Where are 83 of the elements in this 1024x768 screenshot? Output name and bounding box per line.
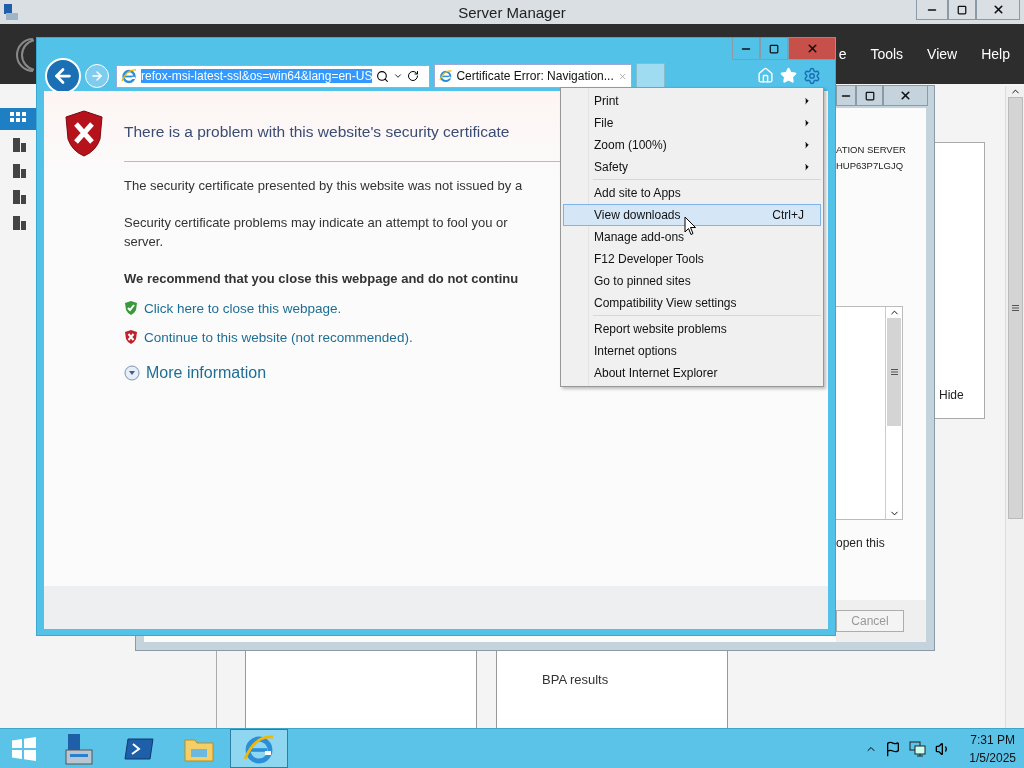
dialog-text: open this xyxy=(836,536,885,550)
scroll-thumb[interactable] xyxy=(1007,97,1023,519)
network-icon[interactable] xyxy=(909,740,928,757)
submenu-arrow-icon xyxy=(802,118,812,128)
clock-time[interactable]: 7:31 PM xyxy=(970,730,1015,749)
mouse-cursor xyxy=(684,216,697,236)
star-icon[interactable] xyxy=(780,67,797,84)
arrow-right-icon xyxy=(90,69,104,83)
maximize-icon xyxy=(864,90,875,101)
tile-text: BPA results xyxy=(542,672,609,687)
browser-logo-icon xyxy=(121,68,137,84)
menu-item[interactable]: Help xyxy=(981,46,1010,62)
submenu-arrow-icon xyxy=(802,162,812,172)
settings-icon[interactable] xyxy=(803,67,821,85)
link[interactable]: Continue to this website (not recommended). xyxy=(144,329,413,345)
menu-item[interactable]: Add site to Apps xyxy=(563,182,821,204)
menu-item[interactable]: Internet options xyxy=(563,340,821,362)
menu-item[interactable]: View downloads Ctrl+J xyxy=(563,204,821,226)
clock-date[interactable]: 1/5/2025 xyxy=(969,748,1016,767)
shield-check-icon xyxy=(124,300,138,316)
restore-button[interactable] xyxy=(948,0,976,20)
browser-logo-icon xyxy=(243,732,275,765)
minimize-button[interactable] xyxy=(916,0,948,20)
menu-item[interactable]: About Internet Explorer xyxy=(563,362,821,384)
expand-icon[interactable] xyxy=(124,365,140,381)
menu-item[interactable]: Compatibility View settings xyxy=(563,292,821,314)
browser-tab[interactable]: Certificate Error: Navigation... xyxy=(434,64,632,88)
close-button[interactable] xyxy=(883,86,928,106)
grip-icon xyxy=(1011,305,1019,311)
dialog-text: HUP63P7LGJQ xyxy=(836,159,904,173)
page-heading: There is a problem with this website's security certificate xyxy=(124,123,510,141)
minimize-button[interactable] xyxy=(836,86,856,106)
maximize-icon xyxy=(769,43,779,54)
back-button[interactable] xyxy=(45,58,81,94)
server-manager-icon xyxy=(62,731,96,766)
dialog-text: ATION SERVER xyxy=(836,143,906,157)
close-button[interactable] xyxy=(788,38,836,60)
close-button[interactable] xyxy=(976,0,1020,20)
close-icon xyxy=(899,89,912,102)
paragraph-line: The security certificate presented by this website was not issued by a xyxy=(124,177,523,195)
flag-icon[interactable] xyxy=(885,740,902,757)
shield-error-icon xyxy=(124,329,138,345)
maximize-button[interactable] xyxy=(760,38,788,60)
hide-link[interactable]: Hide xyxy=(939,388,964,402)
close-icon xyxy=(991,3,1005,16)
menu-item[interactable]: Go to pinned sites xyxy=(563,270,821,292)
close-icon xyxy=(805,42,819,55)
menu-item[interactable]: Tools xyxy=(870,46,904,62)
maximize-button[interactable] xyxy=(856,86,883,106)
submenu-arrow-icon xyxy=(802,96,812,106)
powershell-icon xyxy=(124,736,154,761)
menu-item[interactable]: Print xyxy=(563,90,821,112)
menu-item[interactable]: Manage add-ons xyxy=(563,226,821,248)
maximize-icon xyxy=(957,4,967,15)
window-title: Server Manager xyxy=(458,3,566,21)
new-tab-button[interactable] xyxy=(636,63,665,89)
paragraph-line: Security certificate problems may indicate an attempt to fool you or xyxy=(124,214,508,232)
scrollbar[interactable] xyxy=(1005,86,1024,728)
browser-logo-icon xyxy=(439,68,453,84)
sidebar-item[interactable] xyxy=(0,108,36,130)
address-text: refox-msi-latest-ssl&os=win64&lang=en-US xyxy=(141,69,373,83)
search-icon[interactable] xyxy=(376,69,390,83)
more-information-link[interactable]: More information xyxy=(146,364,267,382)
minimize-button[interactable] xyxy=(732,38,760,60)
submenu-arrow-icon xyxy=(802,140,812,150)
paragraph-line: server. xyxy=(124,233,163,251)
menu-item[interactable]: File xyxy=(563,112,821,134)
scroll-thumb[interactable] xyxy=(887,318,901,426)
refresh-icon[interactable] xyxy=(407,70,420,82)
menu-item[interactable]: F12 Developer Tools xyxy=(563,248,821,270)
taskbar-app[interactable] xyxy=(230,729,288,768)
shield-error-icon xyxy=(64,109,104,157)
server-manager-icon xyxy=(3,3,19,21)
menu-item[interactable]: Report website problems xyxy=(563,318,821,340)
grip-icon xyxy=(890,369,898,375)
menu-item[interactable]: e xyxy=(838,46,847,62)
recommendation-text: We recommend that you close this webpage and do not continu xyxy=(124,271,519,286)
windows-logo-icon xyxy=(11,736,37,761)
menu-item[interactable]: Safety xyxy=(563,156,821,178)
menu-item[interactable]: View xyxy=(927,46,958,62)
caret-icon[interactable] xyxy=(393,71,404,81)
menu-item[interactable]: Zoom (100%) xyxy=(563,134,821,156)
link[interactable]: Click here to close this webpage. xyxy=(144,300,342,316)
